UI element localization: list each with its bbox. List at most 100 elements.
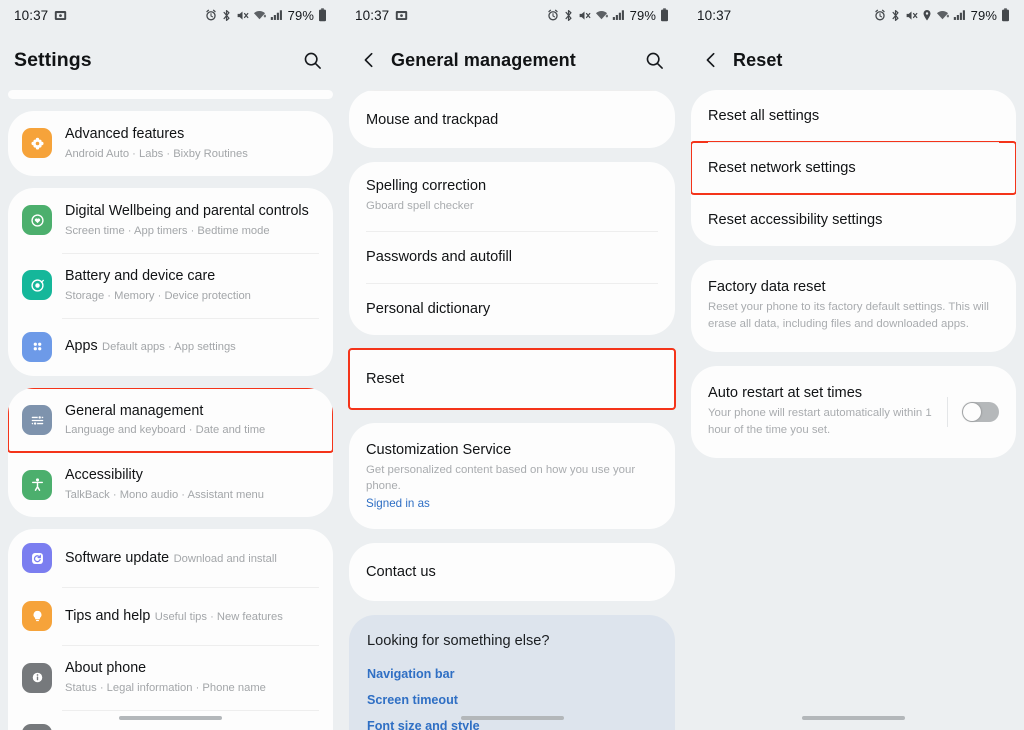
about-phone-icon xyxy=(22,662,52,693)
item-title: Reset network settings xyxy=(708,160,856,176)
item-title: Battery and device care xyxy=(65,267,216,284)
reset-item-reset-network-settings[interactable]: Reset network settings xyxy=(691,141,1016,195)
battery-care-icon xyxy=(22,270,52,301)
item-title: Software update xyxy=(65,549,170,566)
battery-percent: 79% xyxy=(287,7,314,23)
item-title: About phone xyxy=(65,660,147,677)
gm-group-contact: Contact us xyxy=(349,542,675,601)
item-subtitle: Gboard spell checker xyxy=(366,200,474,212)
link-screen-timeout[interactable]: Screen timeout xyxy=(367,687,657,713)
gm-item-customization-service[interactable]: Customization Service Get personalized c… xyxy=(349,423,675,529)
status-icons-3: 79% xyxy=(874,8,1010,23)
mute-icon xyxy=(578,9,591,22)
reset-list: Reset all settings Reset network setting… xyxy=(683,90,1024,459)
status-bar-3: 10:37 79% xyxy=(683,0,1024,30)
gm-item-mouse-and-trackpad[interactable]: Mouse and trackpad xyxy=(349,90,675,148)
item-title: Passwords and autofill xyxy=(366,248,513,265)
settings-list: Advanced features Android Auto · Labs · … xyxy=(0,90,341,730)
settings-item-general-management[interactable]: General management Language and keyboard… xyxy=(8,387,333,454)
bluetooth-icon xyxy=(563,9,574,22)
header-settings: Settings xyxy=(0,30,341,90)
toggle-knob xyxy=(963,402,981,421)
header-general-management: General management xyxy=(341,30,683,90)
header-reset: Reset xyxy=(683,30,1024,90)
gm-item-passwords-and-autofill[interactable]: Passwords and autofill xyxy=(349,230,675,283)
reset-item-auto-restart[interactable]: Auto restart at set times Your phone wil… xyxy=(691,366,1016,458)
alarm-icon xyxy=(547,9,559,21)
item-title: Factory data reset xyxy=(708,279,826,295)
settings-item-about-phone[interactable]: About phone Status · Legal information ·… xyxy=(8,645,333,710)
item-title: Customization Service xyxy=(366,441,512,458)
mute-icon xyxy=(905,9,918,22)
gm-item-personal-dictionary[interactable]: Personal dictionary xyxy=(349,282,675,335)
settings-item-digital-wellbeing[interactable]: Digital Wellbeing and parental controls … xyxy=(8,188,333,253)
gm-item-contact-us[interactable]: Contact us xyxy=(349,543,675,601)
item-title: Personal dictionary xyxy=(366,300,491,317)
gm-group-2: Spelling correction Gboard spell checker… xyxy=(349,162,675,335)
item-title: Contact us xyxy=(366,563,436,580)
signed-in-as-link[interactable]: Signed in as xyxy=(366,497,658,510)
search-icon[interactable] xyxy=(639,45,669,75)
panel-reset: 10:37 79% Reset Reset all settings Reset… xyxy=(683,0,1024,730)
tips-help-icon xyxy=(22,601,52,632)
reset-group-3: Auto restart at set times Your phone wil… xyxy=(691,366,1016,459)
item-title: Digital Wellbeing and parental controls xyxy=(65,202,309,219)
item-title: Tips and help xyxy=(65,607,151,624)
chevron-left-icon[interactable] xyxy=(697,46,725,74)
settings-item-software-update[interactable]: Software update Download and install xyxy=(8,529,333,587)
general-management-list: Mouse and trackpad Spelling correction G… xyxy=(341,90,683,730)
item-title: Reset accessibility settings xyxy=(708,212,883,228)
status-bar-1: 10:37 79% xyxy=(0,0,341,30)
wifi-icon xyxy=(253,9,266,21)
item-title: Apps xyxy=(65,338,98,355)
settings-item-apps[interactable]: Apps Default apps · App settings xyxy=(8,317,333,376)
gm-item-spelling-correction[interactable]: Spelling correction Gboard spell checker xyxy=(349,162,675,231)
page-title: Reset xyxy=(733,49,783,70)
settings-group-4: Software update Download and install Tip… xyxy=(8,529,333,730)
location-icon xyxy=(922,9,932,22)
item-subtitle: Your phone will restart automatically wi… xyxy=(708,407,932,436)
item-title: Reset xyxy=(366,370,405,387)
toggle-divider xyxy=(947,396,948,427)
auto-restart-toggle[interactable] xyxy=(962,401,999,422)
link-navigation-bar[interactable]: Navigation bar xyxy=(367,661,657,687)
panel-general-management: 10:37 79% General management Mouse and t… xyxy=(341,0,683,730)
settings-group-2: Digital Wellbeing and parental controls … xyxy=(8,187,333,376)
status-bar-2: 10:37 79% xyxy=(341,0,683,30)
home-indicator-2 xyxy=(341,715,683,720)
settings-item-accessibility[interactable]: Accessibility TalkBack · Mono audio · As… xyxy=(8,452,333,517)
item-subtitle: Get personalized content based on how yo… xyxy=(366,463,636,493)
settings-item-developer-options[interactable]: Developer options Developer options xyxy=(8,710,333,730)
item-subtitle: Reset your phone to its factory default … xyxy=(708,301,989,330)
settings-group-3: General management Language and keyboard… xyxy=(8,387,333,518)
reset-item-reset-accessibility-settings[interactable]: Reset accessibility settings xyxy=(691,194,1016,246)
item-subtitle: Status · Legal information · Phone name xyxy=(65,682,266,695)
general-management-icon xyxy=(22,405,52,435)
looking-for-title: Looking for something else? xyxy=(367,632,550,649)
item-subtitle: Useful tips · New features xyxy=(154,610,283,623)
search-icon[interactable] xyxy=(297,45,327,75)
status-icons-1: 79% xyxy=(205,8,327,23)
settings-item-tips-and-help[interactable]: Tips and help Useful tips · New features xyxy=(8,587,333,645)
software-update-icon xyxy=(22,543,52,574)
page-title: General management xyxy=(391,49,576,70)
home-indicator-3 xyxy=(683,715,1024,720)
reset-item-reset-all-settings[interactable]: Reset all settings xyxy=(691,90,1016,142)
screenshot-icon xyxy=(54,9,67,22)
reset-item-factory-data-reset[interactable]: Factory data reset Reset your phone to i… xyxy=(691,260,1016,352)
battery-percent: 79% xyxy=(629,7,656,23)
digital-wellbeing-icon xyxy=(22,205,52,236)
battery-icon xyxy=(660,8,669,22)
battery-percent: 79% xyxy=(970,7,997,23)
chevron-left-icon[interactable] xyxy=(355,46,383,74)
signal-icon xyxy=(612,9,625,21)
gm-group-customization: Customization Service Get personalized c… xyxy=(349,422,675,529)
settings-item-advanced-features[interactable]: Advanced features Android Auto · Labs · … xyxy=(8,111,333,176)
item-title: Spelling correction xyxy=(366,178,487,194)
gm-item-reset[interactable]: Reset xyxy=(349,349,675,409)
battery-icon xyxy=(1001,8,1010,22)
settings-item-battery-device-care[interactable]: Battery and device care Storage · Memory… xyxy=(8,252,333,318)
panel-settings: 10:37 79% Settings Advanced features And… xyxy=(0,0,341,730)
status-time: 10:37 xyxy=(697,7,732,23)
bluetooth-icon xyxy=(890,9,901,22)
